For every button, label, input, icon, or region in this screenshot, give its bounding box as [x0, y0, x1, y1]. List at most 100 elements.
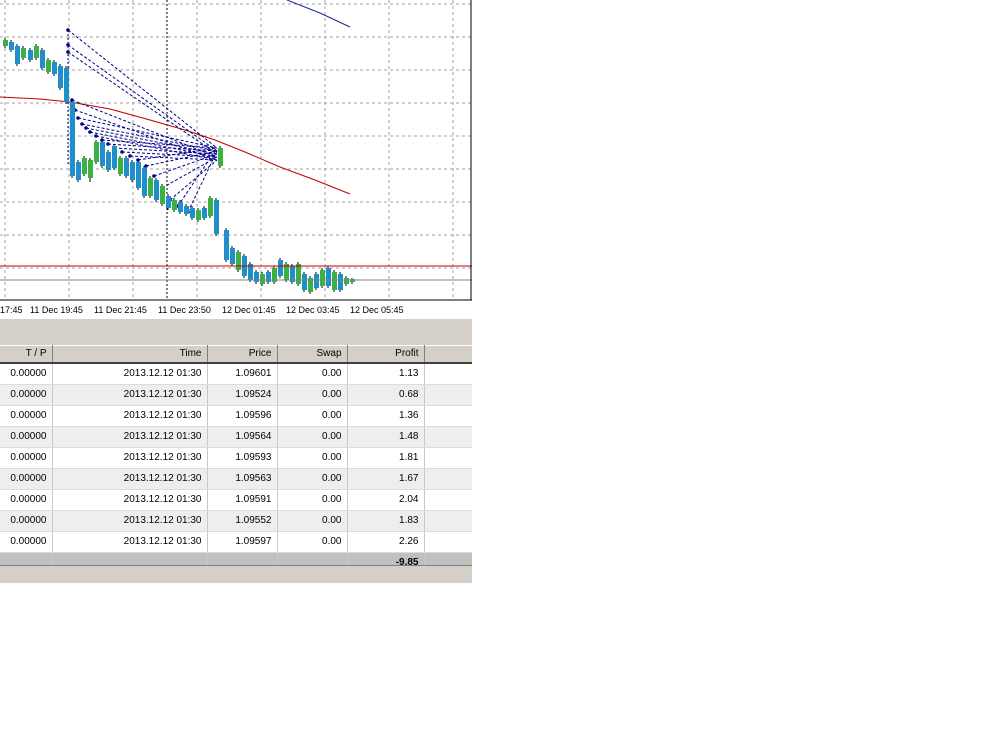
table-row[interactable]: 0.00000 2013.12.12 01:30 1.09601 0.00 1.…: [0, 362, 472, 385]
trade-entry-marker: [120, 150, 124, 154]
candle-body: [338, 274, 343, 290]
cell-price: 1.09596: [207, 405, 278, 427]
candle-body: [230, 248, 235, 264]
time-label: 11 Dec 19:45: [30, 305, 83, 315]
trade-lines: [66, 28, 218, 214]
cell-swap: 0.00: [277, 510, 348, 532]
table-row[interactable]: 0.00000 2013.12.12 01:30 1.09597 0.00 2.…: [0, 531, 472, 553]
cell-swap: 0.00: [277, 362, 348, 385]
table-row[interactable]: 0.00000 2013.12.12 01:30 1.09591 0.00 2.…: [0, 489, 472, 511]
candle-body: [208, 198, 213, 216]
column-header-comment[interactable]: [424, 345, 472, 364]
candle-body: [160, 186, 165, 204]
cell-profit: 2.26: [347, 531, 425, 553]
cell-tp: 0.00000: [0, 489, 53, 511]
trade-line: [71, 99, 218, 158]
candle-body: [9, 42, 14, 50]
time-label: 11 Dec 21:45: [94, 305, 147, 315]
candles: [3, 38, 355, 294]
column-header-tp[interactable]: T / P: [0, 345, 53, 364]
candle-body: [106, 152, 111, 170]
candle-body: [296, 264, 301, 284]
cell-price: 1.09601: [207, 362, 278, 385]
price-chart[interactable]: 17:45 11 Dec 19:45 11 Dec 21:45 11 Dec 2…: [0, 0, 472, 318]
trade-entry-marker: [128, 154, 132, 158]
candle-body: [148, 178, 153, 196]
candle-body: [64, 68, 69, 102]
candle-body: [28, 50, 33, 60]
candle-body: [332, 272, 337, 290]
cell-time: 2013.12.12 01:30: [52, 531, 208, 553]
column-header-time[interactable]: Time: [52, 345, 208, 364]
candle-body: [224, 230, 229, 260]
time-label: 12 Dec 01:45: [222, 305, 276, 315]
cell-swap: 0.00: [277, 405, 348, 427]
trade-entry-marker: [144, 164, 148, 168]
trade-table: T / P Time Price Swap Profit 0.00000 201…: [0, 345, 472, 574]
candle-body: [112, 146, 117, 168]
trade-entry-marker: [106, 142, 110, 146]
candle-body: [124, 158, 129, 176]
candle-body: [94, 142, 99, 162]
candle-body: [142, 168, 147, 196]
candle-body: [344, 278, 349, 284]
candle-body: [214, 200, 219, 234]
candle-body: [3, 40, 8, 46]
cell-comment: [424, 531, 472, 553]
table-row[interactable]: 0.00000 2013.12.12 01:30 1.09552 0.00 1.…: [0, 510, 472, 532]
table-row[interactable]: 0.00000 2013.12.12 01:30 1.09524 0.00 0.…: [0, 384, 472, 406]
cell-price: 1.09597: [207, 531, 278, 553]
column-header-swap[interactable]: Swap: [277, 345, 348, 364]
candle-body: [76, 162, 81, 180]
candlestick-chart[interactable]: 17:45 11 Dec 19:45 11 Dec 21:45 11 Dec 2…: [0, 0, 472, 318]
cell-profit: 0.68: [347, 384, 425, 406]
cell-price: 1.09524: [207, 384, 278, 406]
cell-comment: [424, 489, 472, 511]
table-row[interactable]: 0.00000 2013.12.12 01:30 1.09564 0.00 1.…: [0, 426, 472, 448]
table-row[interactable]: 0.00000 2013.12.12 01:30 1.09593 0.00 1.…: [0, 447, 472, 469]
cell-comment: [424, 510, 472, 532]
candle-body: [58, 66, 63, 88]
candle-body: [218, 148, 223, 166]
candle-body: [21, 48, 26, 58]
candle-body: [326, 268, 331, 286]
candle-body: [82, 158, 87, 174]
candle-body: [34, 46, 39, 58]
cell-tp: 0.00000: [0, 384, 53, 406]
time-label: 12 Dec 03:45: [286, 305, 340, 315]
candle-body: [118, 158, 123, 174]
cell-comment: [424, 362, 472, 385]
cell-price: 1.09564: [207, 426, 278, 448]
cell-profit: 1.83: [347, 510, 425, 532]
cell-time: 2013.12.12 01:30: [52, 426, 208, 448]
candle-body: [88, 160, 93, 178]
cell-profit: 1.36: [347, 405, 425, 427]
cell-tp: 0.00000: [0, 405, 53, 427]
panel-splitter[interactable]: [0, 318, 472, 345]
terminal-panel: T / P Time Price Swap Profit 0.00000 201…: [0, 345, 472, 583]
table-row[interactable]: 0.00000 2013.12.12 01:30 1.09563 0.00 1.…: [0, 468, 472, 490]
cell-profit: 1.48: [347, 426, 425, 448]
candle-body: [320, 270, 325, 286]
table-row[interactable]: 0.00000 2013.12.12 01:30 1.09596 0.00 1.…: [0, 405, 472, 427]
cell-swap: 0.00: [277, 426, 348, 448]
candle-body: [202, 208, 207, 218]
time-label: 11 Dec 23:50: [158, 305, 211, 315]
cell-swap: 0.00: [277, 384, 348, 406]
cell-price: 1.09593: [207, 447, 278, 469]
cell-comment: [424, 384, 472, 406]
trade-line: [67, 44, 218, 152]
cell-swap: 0.00: [277, 468, 348, 490]
candle-body: [184, 206, 189, 214]
cell-profit: 1.81: [347, 447, 425, 469]
cell-comment: [424, 447, 472, 469]
cell-comment: [424, 426, 472, 448]
candle-body: [178, 202, 183, 212]
column-header-profit[interactable]: Profit: [347, 345, 425, 364]
cell-profit: 2.04: [347, 489, 425, 511]
candle-body: [190, 208, 195, 218]
column-header-price[interactable]: Price: [207, 345, 278, 364]
cell-time: 2013.12.12 01:30: [52, 468, 208, 490]
candle-body: [15, 46, 20, 64]
cell-time: 2013.12.12 01:30: [52, 510, 208, 532]
